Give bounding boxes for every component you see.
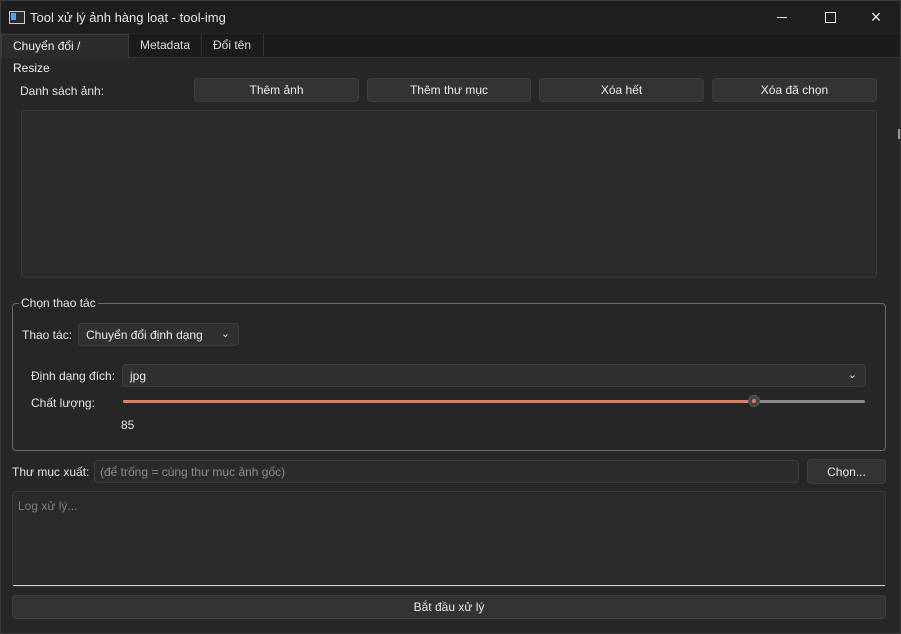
quality-slider-fill [123,400,754,403]
quality-label: Chất lượng: [31,396,95,410]
log-placeholder: Log xử lý... [18,499,78,513]
image-list-label: Danh sách ảnh: [20,84,105,98]
choose-folder-button[interactable]: Chọn... [807,459,886,484]
output-folder-placeholder: (để trống = cùng thư mục ảnh gốc) [100,465,286,479]
add-folder-button[interactable]: Thêm thư mục [367,78,531,102]
app-window: Tool xử lý ảnh hàng loạt - tool-img × Ch… [0,0,901,634]
format-select[interactable]: jpg ⌄ [122,364,866,387]
minimize-button[interactable] [759,1,805,33]
tab-bar: Chuyển đổi / Resize Metadata Đổi tên [1,34,900,75]
tab-metadata[interactable]: Metadata [129,34,202,56]
chevron-down-icon: ⌄ [847,369,857,381]
window-title: Tool xử lý ảnh hàng loạt - tool-img [30,10,226,25]
tab-rename[interactable]: Đổi tên [202,34,264,56]
app-icon [9,11,25,24]
operation-label: Thao tác: [22,328,73,342]
quality-slider[interactable] [123,395,865,407]
close-icon: × [870,7,882,27]
operation-group-title: Chọn thao tác [19,296,98,310]
output-folder-input[interactable]: (để trống = cùng thư mục ảnh gốc) [94,460,799,483]
clear-all-button[interactable]: Xóa hết [539,78,704,102]
output-folder-label: Thư mục xuất: [12,465,90,479]
minimize-icon [777,16,787,18]
log-focus-underline [13,585,885,586]
resize-edge [898,129,900,139]
title-bar: Tool xử lý ảnh hàng loạt - tool-img × [1,1,900,33]
chevron-down-icon: ⌄ [220,328,230,340]
format-label: Định dạng đích: [31,369,116,383]
operation-select[interactable]: Chuyển đổi định dạng ⌄ [78,323,239,346]
remove-selected-button[interactable]: Xóa đã chọn [712,78,877,102]
image-list[interactable] [21,110,877,278]
add-images-button[interactable]: Thêm ảnh [194,78,359,102]
tab-convert-resize[interactable]: Chuyển đổi / Resize [1,34,129,75]
close-button[interactable]: × [853,1,899,33]
format-select-value: jpg [130,369,147,383]
operation-select-value: Chuyển đổi định dạng [86,328,203,342]
log-output[interactable]: Log xử lý... [12,491,886,587]
quality-value: 85 [121,418,135,432]
maximize-icon [824,11,836,23]
start-processing-button[interactable]: Bắt đầu xử lý [12,595,886,619]
quality-slider-handle[interactable] [747,395,760,407]
maximize-button[interactable] [807,1,853,33]
